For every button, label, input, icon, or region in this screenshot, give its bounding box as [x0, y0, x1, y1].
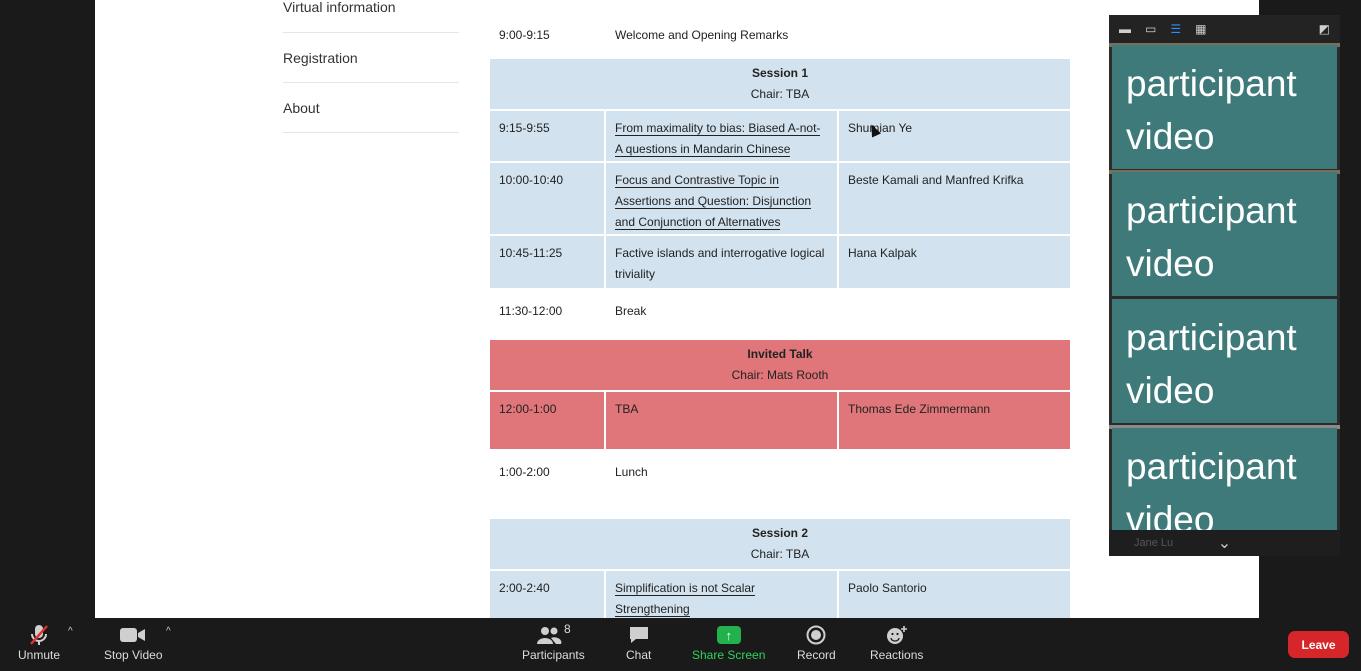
- talk-link[interactable]: Focus and Contrastive Topic in Assertion…: [615, 173, 812, 230]
- participants-icon: [537, 627, 562, 644]
- title-cell: Factive islands and interrogative logica…: [606, 236, 839, 288]
- record-label: Record: [797, 648, 836, 662]
- time-cell: 12:00-1:00: [490, 392, 606, 449]
- opening-row: 9:00-9:15 Welcome and Opening Remarks: [490, 24, 1070, 46]
- speaker-view-icon[interactable]: ▭: [1145, 22, 1156, 36]
- participant-video-tile[interactable]: participant video: [1112, 172, 1337, 296]
- session1-header: Session 1 Chair: TBA: [490, 59, 1070, 111]
- session-chair: Chair: TBA: [750, 87, 810, 101]
- session-chair: Chair: Mats Rooth: [731, 368, 829, 382]
- speaker-cell: Paolo Santorio: [848, 581, 927, 595]
- chat-button[interactable]: Chat: [626, 622, 651, 662]
- title-cell: TBA: [606, 392, 839, 449]
- video-options-chevron-icon[interactable]: ^: [166, 626, 171, 637]
- session-chair: Chair: TBA: [750, 547, 810, 561]
- chat-bubble-icon: [628, 622, 650, 648]
- meeting-toolbar: Unmute ^ Stop Video ^ 8 Participants Cha…: [0, 618, 1361, 671]
- sidebar-item-virtual-information[interactable]: Virtual information: [283, 0, 459, 33]
- zoom-window: Virtual information Registration About 9…: [0, 0, 1361, 671]
- participant-video-tile[interactable]: participant video: [1112, 45, 1337, 169]
- break-row: 11:30-12:00 Break: [490, 300, 1070, 322]
- speaker-cell: Hana Kalpak: [848, 246, 917, 260]
- participants-button[interactable]: 8 Participants: [522, 622, 585, 662]
- speaker-cell: Thomas Ede Zimmermann: [848, 402, 991, 416]
- time-cell: 10:45-11:25: [490, 236, 606, 288]
- record-button[interactable]: Record: [797, 622, 836, 662]
- reactions-button[interactable]: Reactions: [870, 622, 923, 662]
- chat-label: Chat: [626, 648, 652, 662]
- stop-video-label: Stop Video: [104, 648, 163, 662]
- talk-row: 10:00-10:40 Focus and Contrastive Topic …: [490, 163, 1070, 236]
- title-cell: Welcome and Opening Remarks: [615, 28, 789, 42]
- sidebar-item-label: About: [283, 99, 320, 116]
- share-screen-label: Share Screen: [692, 648, 766, 662]
- sidebar-item-label: Registration: [283, 49, 358, 66]
- title-cell: Lunch: [615, 465, 648, 479]
- reactions-label: Reactions: [870, 648, 924, 662]
- share-screen-button[interactable]: ↑ Share Screen: [692, 622, 765, 662]
- participant-video-tile[interactable]: participant video: [1112, 299, 1337, 423]
- time-cell: 9:15-9:55: [490, 111, 606, 161]
- talk-row: 2:00-2:40 Simplification is not Scalar S…: [490, 571, 1070, 618]
- leave-button[interactable]: Leave: [1288, 631, 1349, 658]
- sidebar-item-about[interactable]: About: [283, 83, 459, 133]
- chevron-down-icon[interactable]: ⌄: [1218, 533, 1231, 553]
- sidebar-item-registration[interactable]: Registration: [283, 33, 459, 83]
- exit-fullscreen-icon[interactable]: ◩: [1319, 22, 1330, 36]
- talk-row: 10:45-11:25 Factive islands and interrog…: [490, 236, 1070, 288]
- participants-count: 8: [564, 622, 571, 636]
- lunch-row: 1:00-2:00 Lunch: [490, 461, 1070, 483]
- talk-link[interactable]: From maximality to bias: Biased A-not-A …: [615, 121, 821, 157]
- unmute-label: Unmute: [18, 648, 61, 662]
- shared-web-page: Virtual information Registration About 9…: [95, 0, 1259, 618]
- site-sidebar: Virtual information Registration About: [283, 0, 459, 133]
- sidebar-item-label: Virtual information: [283, 0, 396, 15]
- session-title: Session 2: [751, 526, 809, 540]
- unmute-button[interactable]: Unmute: [18, 622, 60, 662]
- talk-link[interactable]: Simplification is not Scalar Strengtheni…: [615, 581, 756, 617]
- session-title: Invited Talk: [747, 347, 813, 361]
- invited-header: Invited Talk Chair: Mats Rooth: [490, 340, 1070, 392]
- time-cell: 10:00-10:40: [490, 163, 606, 234]
- stop-video-button[interactable]: Stop Video: [104, 622, 163, 662]
- time-cell: 2:00-2:40: [490, 571, 606, 618]
- gallery-view-icon[interactable]: ▦: [1195, 22, 1206, 36]
- muted-microphone-icon: [27, 622, 51, 648]
- participant-name: Jane Lu: [1134, 537, 1174, 549]
- talk-row: 9:15-9:55 From maximality to bias: Biase…: [490, 111, 1070, 163]
- session-title: Session 1: [751, 66, 809, 80]
- strip-view-icon[interactable]: ☰: [1170, 22, 1181, 36]
- participants-label: Participants: [522, 648, 585, 662]
- video-panel-toolbar: ▬ ▭ ☰ ▦ ◩: [1109, 15, 1340, 43]
- video-panel: ▬ ▭ ☰ ▦ ◩ participant video participant …: [1109, 15, 1340, 556]
- title-cell: Break: [615, 304, 647, 318]
- time-cell: 11:30-12:00: [499, 304, 563, 318]
- video-camera-icon: [120, 622, 146, 648]
- minimize-icon[interactable]: ▬: [1119, 22, 1131, 36]
- share-screen-icon: ↑: [716, 626, 741, 644]
- video-panel-footer: Jane Lu ⌄: [1109, 530, 1340, 556]
- talk-row: 12:00-1:00 TBA Thomas Ede Zimmermann: [490, 392, 1070, 449]
- smiley-plus-icon: [886, 622, 908, 648]
- audio-options-chevron-icon[interactable]: ^: [68, 626, 73, 637]
- session2-header: Session 2 Chair: TBA: [490, 519, 1070, 571]
- time-cell: 9:00-9:15: [499, 28, 550, 42]
- record-icon: [806, 622, 826, 648]
- speaker-cell: Beste Kamali and Manfred Krifka: [848, 173, 1024, 187]
- time-cell: 1:00-2:00: [499, 465, 550, 479]
